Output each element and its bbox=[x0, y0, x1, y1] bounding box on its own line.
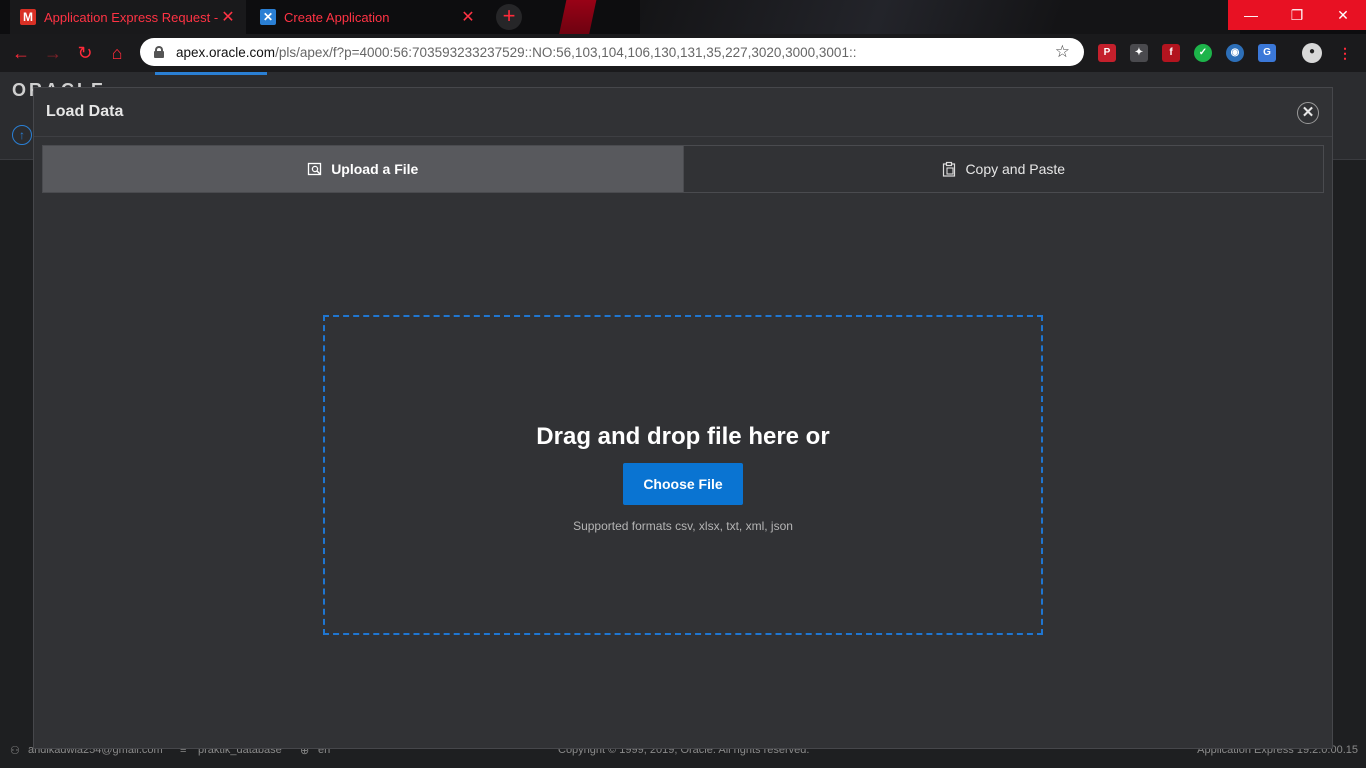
minimize-button[interactable]: — bbox=[1228, 0, 1274, 30]
browser-tab-create-application[interactable]: ✕ Create Application ✕ bbox=[250, 0, 486, 34]
wallpaper-decoration bbox=[551, 0, 599, 34]
up-arrow-icon[interactable]: ↑ bbox=[12, 125, 32, 145]
profile-avatar[interactable]: ● bbox=[1302, 43, 1322, 63]
dialog-close-button[interactable]: ✕ bbox=[1297, 102, 1319, 124]
reload-icon[interactable]: ↻ bbox=[74, 42, 96, 64]
gmail-icon: M bbox=[20, 9, 36, 25]
choose-file-button[interactable]: Choose File bbox=[623, 463, 743, 505]
address-bar[interactable]: apex.oracle.com/pls/apex/f?p=4000:56:703… bbox=[140, 38, 1084, 66]
active-nav-indicator bbox=[155, 72, 267, 75]
browser-tab-bar: M Application Express Request - an ✕ ✕ C… bbox=[0, 0, 1366, 34]
globe-extension-icon[interactable]: ◉ bbox=[1226, 44, 1244, 62]
close-tab-icon[interactable]: ✕ bbox=[460, 7, 476, 27]
lock-icon[interactable] bbox=[154, 46, 164, 58]
translate-extension-icon[interactable]: G bbox=[1258, 44, 1276, 62]
back-icon[interactable]: ← bbox=[10, 42, 32, 64]
browser-tab-gmail[interactable]: M Application Express Request - an ✕ bbox=[10, 0, 246, 34]
drop-zone-heading: Drag and drop file here or bbox=[536, 423, 830, 450]
bookmark-star-icon[interactable]: ☆ bbox=[1055, 42, 1070, 62]
supported-formats-text: Supported formats csv, xlsx, txt, xml, j… bbox=[573, 519, 793, 533]
close-tab-icon[interactable]: ✕ bbox=[220, 7, 236, 27]
tab-label: Application Express Request - an bbox=[44, 9, 220, 25]
url-path: /pls/apex/f?p=4000:56:703593233237529::N… bbox=[275, 44, 857, 60]
file-drop-zone[interactable]: Drag and drop file here or Choose File S… bbox=[323, 315, 1043, 635]
window-close-button[interactable]: ✕ bbox=[1320, 0, 1366, 30]
restore-button[interactable]: ❐ bbox=[1274, 0, 1320, 30]
apex-icon: ✕ bbox=[260, 9, 276, 25]
tab-copy-and-paste[interactable]: Copy and Paste bbox=[684, 146, 1324, 192]
home-icon[interactable]: ⌂ bbox=[106, 42, 128, 64]
wallpaper-decoration bbox=[640, 0, 1240, 34]
forward-icon[interactable]: → bbox=[42, 42, 64, 64]
tab-upload-a-file[interactable]: Upload a File bbox=[43, 146, 684, 192]
lightbulb-extension-icon[interactable]: ✦ bbox=[1130, 44, 1148, 62]
tab-label: Upload a File bbox=[331, 161, 419, 177]
dialog-title-bar: Load Data ✕ bbox=[34, 88, 1332, 137]
url-host: apex.oracle.com bbox=[176, 44, 276, 60]
pdf-extension-icon[interactable]: P bbox=[1098, 44, 1116, 62]
load-data-dialog: Load Data ✕ Upload a File Copy and Paste… bbox=[33, 87, 1333, 749]
dialog-title: Load Data bbox=[46, 103, 124, 120]
flash-extension-icon[interactable]: f bbox=[1162, 44, 1180, 62]
file-search-icon bbox=[307, 161, 323, 177]
load-data-tabs: Upload a File Copy and Paste bbox=[42, 145, 1324, 193]
check-extension-icon[interactable]: ✓ bbox=[1194, 44, 1212, 62]
new-tab-button[interactable]: + bbox=[496, 4, 522, 30]
tab-label: Copy and Paste bbox=[965, 161, 1066, 177]
menu-icon[interactable]: ⋮ bbox=[1336, 44, 1354, 62]
browser-toolbar: ← → ↻ ⌂ apex.oracle.com/pls/apex/f?p=400… bbox=[0, 34, 1366, 72]
clipboard-icon bbox=[941, 161, 957, 177]
footer-user-icon: ⚇ bbox=[10, 745, 20, 757]
url-text[interactable]: apex.oracle.com/pls/apex/f?p=4000:56:703… bbox=[176, 45, 1055, 60]
tab-label: Create Application bbox=[284, 9, 390, 25]
